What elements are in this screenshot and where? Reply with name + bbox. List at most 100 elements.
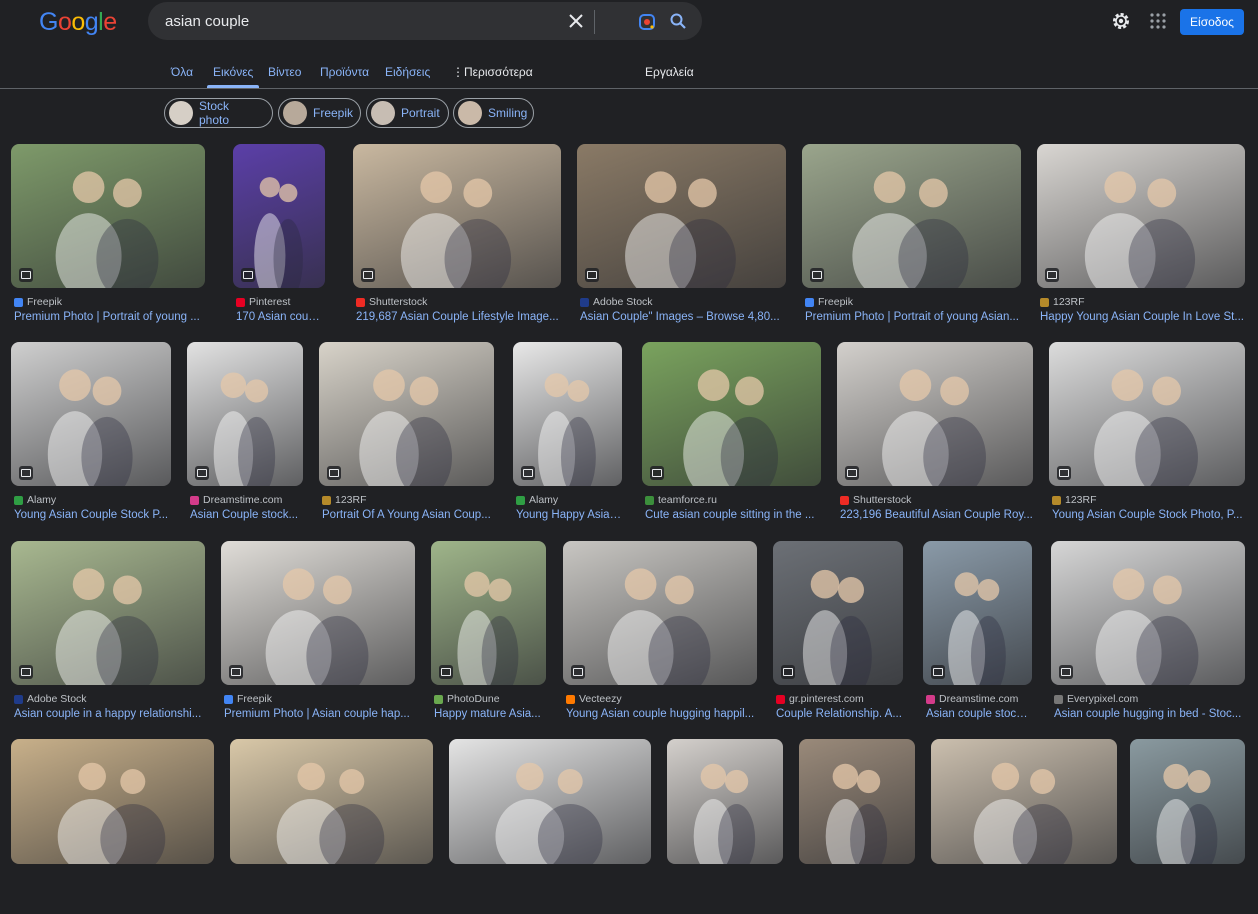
result-thumbnail[interactable] xyxy=(353,144,561,288)
image-result[interactable]: Adobe Stock Asian couple in a happy relat… xyxy=(11,541,205,735)
result-caption[interactable]: Premium Photo | Portrait of young Asian.… xyxy=(805,311,1021,323)
image-result[interactable]: gr.pinterest.com Couple Relationship. A..… xyxy=(773,541,903,735)
google-logo[interactable]: Google xyxy=(39,6,117,38)
result-thumbnail[interactable] xyxy=(802,144,1021,288)
chip-smiling[interactable]: Smiling xyxy=(453,98,534,128)
result-source[interactable]: Adobe Stock xyxy=(14,693,87,705)
result-thumbnail[interactable] xyxy=(187,342,303,486)
image-result[interactable]: 123RF Young Asian Couple Stock Photo, P..… xyxy=(1049,342,1245,536)
result-source[interactable]: 123RF xyxy=(322,494,367,506)
result-caption[interactable]: Premium Photo | Asian couple hap... xyxy=(224,708,415,720)
image-result[interactable] xyxy=(11,739,214,914)
result-source[interactable]: Freepik xyxy=(14,296,62,308)
result-source[interactable]: Freepik xyxy=(805,296,853,308)
image-result[interactable]: Adobe Stock Asian Couple" Images – Browse… xyxy=(577,144,786,338)
chip-stock-photo[interactable]: Stock photo xyxy=(164,98,273,128)
result-caption[interactable]: Young Happy Asian... xyxy=(516,509,622,521)
image-result[interactable]: 123RF Happy Young Asian Couple In Love St… xyxy=(1037,144,1245,338)
result-source[interactable]: 123RF xyxy=(1040,296,1085,308)
result-source[interactable]: Shutterstock xyxy=(840,494,911,506)
result-caption[interactable]: Premium Photo | Portrait of young ... xyxy=(14,311,205,323)
image-result[interactable]: Alamy Young Asian Couple Stock P... xyxy=(11,342,171,536)
image-result[interactable]: Alamy Young Happy Asian... xyxy=(513,342,622,536)
image-result[interactable]: PhotoDune Happy mature Asia... xyxy=(431,541,546,735)
result-thumbnail[interactable] xyxy=(577,144,786,288)
result-caption[interactable]: Cute asian couple sitting in the ... xyxy=(645,509,821,521)
image-result[interactable]: Dreamstime.com Asian Couple stock... xyxy=(187,342,303,536)
result-source[interactable]: teamforce.ru xyxy=(645,494,717,506)
image-result[interactable]: teamforce.ru Cute asian couple sitting in… xyxy=(642,342,821,536)
image-result[interactable]: Shutterstock 223,196 Beautiful Asian Coup… xyxy=(837,342,1033,536)
tab-news[interactable]: Ειδήσεις xyxy=(385,65,430,79)
image-result[interactable]: 123RF Portrait Of A Young Asian Coup... xyxy=(319,342,494,536)
result-thumbnail[interactable] xyxy=(799,739,915,864)
result-source[interactable]: Freepik xyxy=(224,693,272,705)
result-source[interactable]: Dreamstime.com xyxy=(926,693,1018,705)
result-thumbnail[interactable] xyxy=(563,541,757,685)
tab-images[interactable]: Εικόνες xyxy=(213,65,253,79)
result-thumbnail[interactable] xyxy=(837,342,1033,486)
result-caption[interactable]: Portrait Of A Young Asian Coup... xyxy=(322,509,494,521)
result-thumbnail[interactable] xyxy=(319,342,494,486)
tab-all[interactable]: Όλα xyxy=(171,65,193,79)
result-thumbnail[interactable] xyxy=(431,541,546,685)
search-box[interactable]: asian couple xyxy=(148,2,702,40)
search-input[interactable]: asian couple xyxy=(165,13,249,30)
result-caption[interactable]: 219,687 Asian Couple Lifestyle Image... xyxy=(356,311,561,323)
result-source[interactable]: Alamy xyxy=(516,494,558,506)
result-thumbnail[interactable] xyxy=(1049,342,1245,486)
result-caption[interactable]: Asian Couple stock... xyxy=(190,509,303,521)
result-thumbnail[interactable] xyxy=(773,541,903,685)
result-thumbnail[interactable] xyxy=(449,739,651,864)
image-result[interactable]: Freepik Premium Photo | Portrait of young… xyxy=(802,144,1021,338)
tab-videos[interactable]: Βίντεο xyxy=(268,65,301,79)
gear-icon[interactable] xyxy=(1111,11,1131,31)
apps-grid-icon[interactable] xyxy=(1150,13,1166,29)
result-thumbnail[interactable] xyxy=(642,342,821,486)
result-source[interactable]: PhotoDune xyxy=(434,693,500,705)
close-icon[interactable] xyxy=(566,11,586,31)
result-source[interactable]: Vecteezy xyxy=(566,693,622,705)
result-thumbnail[interactable] xyxy=(11,739,214,864)
search-icon[interactable] xyxy=(669,12,687,30)
tab-more[interactable]: ⋮Περισσότερα xyxy=(452,65,533,79)
result-caption[interactable]: Asian couple hugging in bed - Stoc... xyxy=(1054,708,1245,720)
image-result[interactable] xyxy=(1130,739,1245,914)
result-caption[interactable]: Asian couple stock ... xyxy=(926,708,1032,720)
result-caption[interactable]: Couple Relationship. A... xyxy=(776,708,903,720)
result-caption[interactable]: Asian Couple" Images – Browse 4,80... xyxy=(580,311,786,323)
image-result[interactable] xyxy=(931,739,1117,914)
google-lens-icon[interactable] xyxy=(638,13,656,31)
result-source[interactable]: Everypixel.com xyxy=(1054,693,1138,705)
image-result[interactable] xyxy=(230,739,433,914)
result-thumbnail[interactable] xyxy=(667,739,783,864)
image-result[interactable]: Shutterstock 219,687 Asian Couple Lifesty… xyxy=(353,144,561,338)
result-source[interactable]: 123RF xyxy=(1052,494,1097,506)
result-source[interactable]: gr.pinterest.com xyxy=(776,693,864,705)
result-thumbnail[interactable] xyxy=(1130,739,1245,864)
image-result[interactable]: Freepik Premium Photo | Portrait of young… xyxy=(11,144,205,338)
image-result[interactable] xyxy=(667,739,783,914)
sign-in-button[interactable]: Είσοδος xyxy=(1180,9,1244,35)
result-source[interactable]: Alamy xyxy=(14,494,56,506)
image-result[interactable]: Everypixel.com Asian couple hugging in be… xyxy=(1051,541,1245,735)
result-source[interactable]: Pinterest xyxy=(236,296,290,308)
result-thumbnail[interactable] xyxy=(11,144,205,288)
image-result[interactable] xyxy=(449,739,651,914)
result-thumbnail[interactable] xyxy=(233,144,325,288)
result-thumbnail[interactable] xyxy=(221,541,415,685)
tab-tools[interactable]: Εργαλεία xyxy=(645,65,694,79)
image-result[interactable]: Dreamstime.com Asian couple stock ... xyxy=(923,541,1032,735)
result-thumbnail[interactable] xyxy=(1051,541,1245,685)
result-caption[interactable]: 223,196 Beautiful Asian Couple Roy... xyxy=(840,509,1033,521)
result-caption[interactable]: Happy mature Asia... xyxy=(434,708,546,720)
chip-portrait[interactable]: Portrait xyxy=(366,98,449,128)
result-thumbnail[interactable] xyxy=(923,541,1032,685)
tab-products[interactable]: Προϊόντα xyxy=(320,65,369,79)
result-caption[interactable]: Young Asian Couple Stock Photo, P... xyxy=(1052,509,1245,521)
result-caption[interactable]: 170 Asian couple id... xyxy=(236,311,325,323)
image-result[interactable]: Vecteezy Young Asian couple hugging happi… xyxy=(563,541,757,735)
result-thumbnail[interactable] xyxy=(230,739,433,864)
result-thumbnail[interactable] xyxy=(11,342,171,486)
result-source[interactable]: Shutterstock xyxy=(356,296,427,308)
